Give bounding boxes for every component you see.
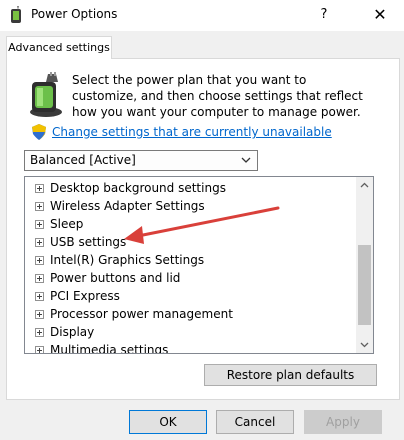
plan-description: Select the power plan that you want to c…: [72, 73, 363, 119]
chevron-down-icon: [241, 157, 251, 163]
tree-item-label: PCI Express: [50, 289, 120, 303]
help-button[interactable]: ?: [306, 2, 342, 28]
expand-plus-icon[interactable]: [35, 184, 44, 193]
scroll-up-icon[interactable]: [356, 177, 373, 194]
apply-button[interactable]: Apply: [304, 410, 382, 434]
tree-item-label: Power buttons and lid: [50, 271, 181, 285]
tree-item-intel-graphics[interactable]: Intel(R) Graphics Settings: [25, 252, 355, 270]
power-plan-select-value: Balanced [Active]: [30, 153, 136, 167]
expand-plus-icon[interactable]: [35, 292, 44, 301]
power-options-icon: [11, 6, 21, 23]
ok-button[interactable]: OK: [129, 410, 207, 434]
expand-plus-icon[interactable]: [35, 256, 44, 265]
tree-item-pci-express[interactable]: PCI Express: [25, 288, 355, 306]
settings-tree[interactable]: Desktop background settings Wireless Ada…: [24, 176, 374, 354]
battery-plug-icon: [30, 72, 62, 117]
tree-item-desktop-background[interactable]: Desktop background settings: [25, 180, 355, 198]
tree-item-label: Processor power management: [50, 307, 233, 321]
expand-plus-icon[interactable]: [35, 346, 44, 353]
uac-shield-icon: [32, 124, 46, 140]
window-title: Power Options: [31, 7, 118, 21]
tree-item-label: USB settings: [50, 235, 127, 249]
tree-item-label: Multimedia settings: [50, 343, 169, 354]
expand-plus-icon[interactable]: [35, 310, 44, 319]
expand-plus-icon[interactable]: [35, 274, 44, 283]
expand-plus-icon[interactable]: [35, 328, 44, 337]
expand-plus-icon[interactable]: [35, 202, 44, 211]
tree-item-label: Sleep: [50, 217, 84, 231]
tree-item-wireless-adapter[interactable]: Wireless Adapter Settings: [25, 198, 355, 216]
tree-item-multimedia[interactable]: Multimedia settings: [25, 342, 355, 354]
restore-plan-defaults-button[interactable]: Restore plan defaults: [204, 364, 377, 386]
tree-item-label: Display: [50, 325, 95, 339]
tree-item-label: Intel(R) Graphics Settings: [50, 253, 205, 267]
expand-plus-icon[interactable]: [35, 220, 44, 229]
cancel-button[interactable]: Cancel: [216, 410, 294, 434]
change-settings-link[interactable]: Change settings that are currently unava…: [52, 125, 332, 139]
scroll-down-icon[interactable]: [356, 336, 373, 353]
expand-plus-icon[interactable]: [35, 238, 44, 247]
tree-item-label: Desktop background settings: [50, 181, 226, 195]
tree-item-label: Wireless Adapter Settings: [50, 199, 205, 213]
tree-item-processor-power[interactable]: Processor power management: [25, 306, 355, 324]
vertical-scrollbar[interactable]: [356, 177, 373, 353]
scroll-thumb[interactable]: [358, 245, 371, 325]
close-button[interactable]: ✕: [360, 2, 400, 28]
title-bar: Power Options ? ✕: [0, 0, 404, 31]
tree-item-usb-settings[interactable]: USB settings: [25, 234, 355, 252]
tree-item-display[interactable]: Display: [25, 324, 355, 342]
tree-item-power-buttons[interactable]: Power buttons and lid: [25, 270, 355, 288]
tree-item-sleep[interactable]: Sleep: [25, 216, 355, 234]
tab-advanced-settings[interactable]: Advanced settings: [6, 36, 112, 59]
power-plan-select[interactable]: Balanced [Active]: [24, 150, 258, 171]
